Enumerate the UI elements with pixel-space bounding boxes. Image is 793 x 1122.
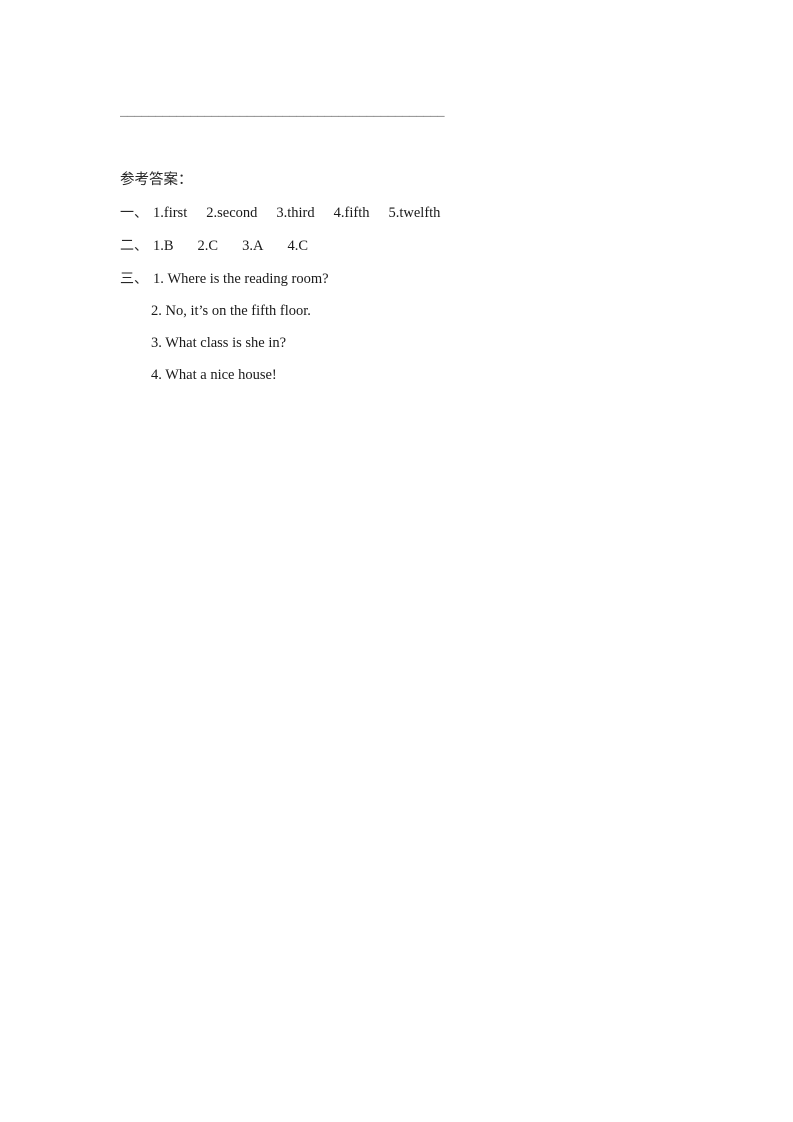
answer-item-3-1: 1. Where is the reading room? bbox=[153, 271, 329, 287]
horizontal-divider: ________________________________________… bbox=[120, 103, 445, 119]
answer-item-2-4: 4.C bbox=[287, 238, 308, 254]
answer-item-3-2: 2. No, it’s on the fifth floor. bbox=[151, 303, 311, 319]
answer-item-1-5: 5.twelfth bbox=[388, 205, 441, 221]
answer-item-3-3: 3. What class is she in? bbox=[151, 335, 287, 351]
answer-item-2-2: 2.C bbox=[197, 238, 219, 254]
answers-heading: 参考答案： bbox=[120, 172, 193, 188]
answer-item-1-1: 1.first bbox=[153, 205, 188, 221]
section-marker-3: 三、 bbox=[120, 271, 148, 287]
answer-line-section-2: 二、 1.B 2.C 3.A 4.C bbox=[120, 236, 680, 256]
section-marker-1: 一、 bbox=[120, 205, 148, 221]
answer-line-section-1: 一、 1.first 2.second 3.third 4.fifth 5.twelfth bbox=[120, 203, 680, 223]
document-content: ________________________________________… bbox=[120, 100, 680, 385]
answer-item-1-4: 4.fifth bbox=[333, 205, 370, 221]
document-page: ________________________________________… bbox=[0, 0, 793, 1122]
answer-line-section-3: 三、 1. Where is the reading room? bbox=[120, 269, 680, 289]
answer-item-2-1: 1.B bbox=[153, 238, 174, 254]
answer-item-3-4: 4. What a nice house! bbox=[151, 367, 277, 383]
answer-item-2-3: 3.A bbox=[242, 238, 264, 254]
answer-item-1-3: 3.third bbox=[276, 205, 315, 221]
answer-item-1-2: 2.second bbox=[206, 205, 258, 221]
section-marker-2: 二、 bbox=[120, 238, 148, 254]
